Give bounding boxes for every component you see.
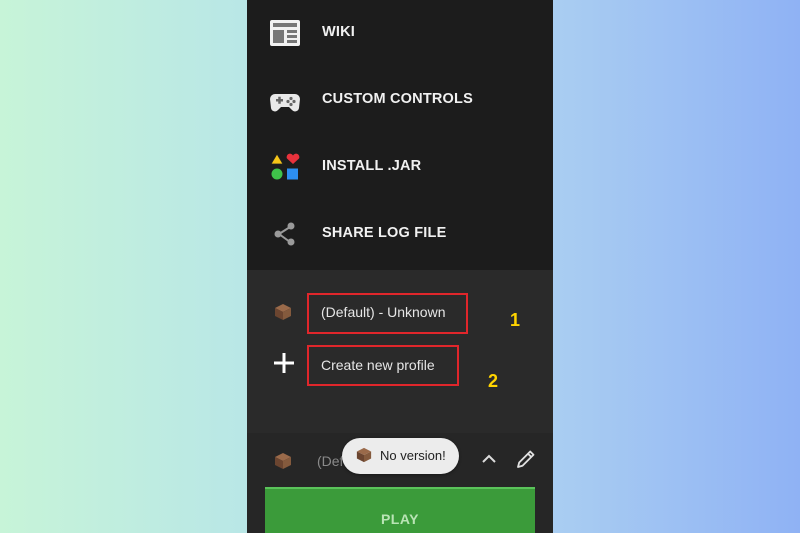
grass-block-icon [275,304,291,320]
share-icon [274,222,295,246]
menu-item-custom-controls[interactable]: CUSTOM CONTROLS [247,70,553,130]
play-button[interactable]: PLAY [265,487,535,533]
play-label: PLAY [380,511,420,527]
shapes-icon [270,153,300,180]
annotation-box-2 [307,345,459,386]
menu-item-label: CUSTOM CONTROLS [322,91,473,107]
no-version-toast: No version! [342,438,459,474]
menu-item-wiki[interactable]: WIKI [247,3,553,63]
menu-item-label: SHARE LOG FILE [322,225,447,241]
annotation-number-2: 2 [488,371,499,391]
launcher-screen: WIKI CUSTOM CONTROLS INSTALL .JAR SHARE … [247,0,553,533]
grass-block-icon [275,453,291,469]
grass-block-icon [356,447,372,463]
annotation-box-1 [307,293,468,334]
edit-pencil-icon[interactable] [515,448,537,470]
side-menu: WIKI CUSTOM CONTROLS INSTALL .JAR SHARE … [247,0,553,270]
menu-item-install-jar[interactable]: INSTALL .JAR [247,137,553,197]
newspaper-icon [270,20,300,46]
annotation-number-1: 1 [510,310,521,330]
plus-icon [274,353,294,373]
toast-text: No version! [380,448,446,463]
menu-item-label: WIKI [322,24,356,40]
gamepad-icon [270,94,300,112]
chevron-up-icon[interactable] [481,453,497,465]
menu-item-share-log[interactable]: SHARE LOG FILE [247,204,553,264]
selected-profile-label[interactable]: (Def [317,453,343,469]
menu-item-label: INSTALL .JAR [322,158,422,174]
